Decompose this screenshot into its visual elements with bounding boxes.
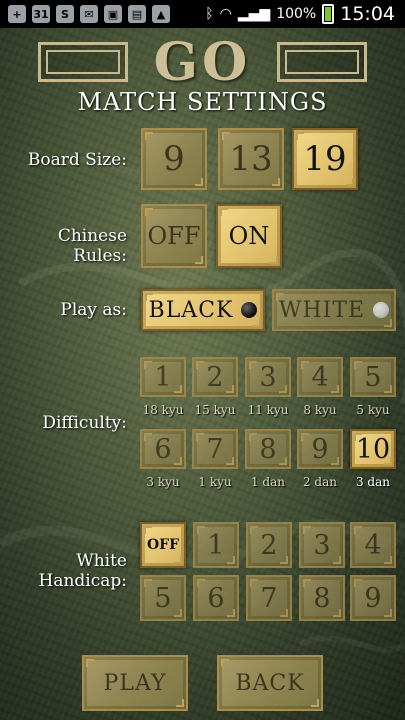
difficulty-rank-label: 3 dan bbox=[355, 475, 390, 489]
play-as-black-button[interactable]: BLACK bbox=[141, 289, 265, 331]
board-size-13-button[interactable]: 13 bbox=[218, 128, 284, 190]
difficulty-level-9-button[interactable]: 9 bbox=[297, 429, 343, 469]
handicap-7-button[interactable]: 7 bbox=[246, 575, 292, 621]
difficulty-rank-label: 1 kyu bbox=[198, 475, 232, 489]
difficulty-rank-label: 15 kyu bbox=[194, 403, 236, 417]
handicap-2-button[interactable]: 2 bbox=[246, 522, 292, 568]
notification-icons: + 31 S ✉ ▣ ▤ ▲ bbox=[0, 5, 170, 23]
news-icon: ▤ bbox=[128, 5, 146, 23]
skype-icon: S bbox=[56, 5, 74, 23]
difficulty-rank-label: 18 kyu bbox=[142, 403, 184, 417]
play-as-label: Play as: bbox=[60, 300, 127, 320]
difficulty-level-2-button[interactable]: 2 bbox=[192, 357, 238, 397]
handicap-off-button[interactable]: OFF bbox=[140, 522, 186, 568]
app-icon: ▣ bbox=[104, 5, 122, 23]
back-button[interactable]: BACK bbox=[217, 655, 323, 711]
handicap-4-button[interactable]: 4 bbox=[350, 522, 396, 568]
difficulty-rank-label: 3 kyu bbox=[146, 475, 180, 489]
difficulty-level-7-button[interactable]: 7 bbox=[192, 429, 238, 469]
chinese-rules-on-button[interactable]: ON bbox=[216, 204, 282, 268]
difficulty-level-1-button[interactable]: 1 bbox=[140, 357, 186, 397]
play-button[interactable]: PLAY bbox=[82, 655, 188, 711]
handicap-5-button[interactable]: 5 bbox=[140, 575, 186, 621]
mail-icon: ✉ bbox=[80, 5, 98, 23]
add-icon: + bbox=[8, 5, 26, 23]
difficulty-level-8-button[interactable]: 8 bbox=[245, 429, 291, 469]
difficulty-level-6-button[interactable]: 6 bbox=[140, 429, 186, 469]
difficulty-rank-label: 8 kyu bbox=[303, 403, 337, 417]
difficulty-level-10-button[interactable]: 10 bbox=[350, 429, 396, 469]
battery-percent: 100% bbox=[276, 6, 317, 22]
board-size-19-button[interactable]: 19 bbox=[292, 128, 358, 190]
play-as-white-button[interactable]: WHITE bbox=[272, 289, 396, 331]
difficulty-rank-label: 11 kyu bbox=[247, 403, 289, 417]
chinese-rules-off-button[interactable]: OFF bbox=[141, 204, 207, 268]
signal-icon: ▂▄▆ bbox=[237, 6, 271, 22]
black-stone-icon bbox=[241, 302, 258, 318]
difficulty-rank-label: 2 dan bbox=[302, 475, 337, 489]
difficulty-level-3-button[interactable]: 3 bbox=[245, 357, 291, 397]
handicap-label: White Handicap: bbox=[0, 551, 128, 591]
handicap-label-line2: Handicap: bbox=[38, 571, 128, 591]
image-icon: ▲ bbox=[152, 5, 170, 23]
chinese-rules-label: Chinese Rules: bbox=[57, 226, 127, 266]
handicap-9-button[interactable]: 9 bbox=[350, 575, 396, 621]
difficulty-level-4-button[interactable]: 4 bbox=[297, 357, 343, 397]
game-title: GO bbox=[153, 32, 252, 93]
handicap-label-line1: White bbox=[76, 551, 127, 571]
battery-icon bbox=[322, 4, 335, 24]
handicap-3-button[interactable]: 3 bbox=[299, 522, 345, 568]
difficulty-label: Difficulty: bbox=[42, 413, 127, 433]
handicap-1-button[interactable]: 1 bbox=[193, 522, 239, 568]
clock: 15:04 bbox=[340, 3, 395, 25]
board-size-9-button[interactable]: 9 bbox=[141, 128, 207, 190]
calendar-icon: 31 bbox=[32, 5, 50, 23]
page-title: MATCH SETTINGS bbox=[77, 88, 328, 116]
handicap-6-button[interactable]: 6 bbox=[193, 575, 239, 621]
difficulty-rank-label: 1 dan bbox=[250, 475, 285, 489]
status-bar: + 31 S ✉ ▣ ▤ ▲ ᛒ ◠ ▂▄▆ 100% 15:04 bbox=[0, 0, 405, 28]
handicap-8-button[interactable]: 8 bbox=[299, 575, 345, 621]
title-banner: GO bbox=[0, 32, 405, 93]
play-as-black-label: BLACK bbox=[148, 297, 234, 323]
wifi-icon: ◠ bbox=[219, 6, 232, 22]
bluetooth-icon: ᛒ bbox=[205, 6, 214, 22]
difficulty-rank-label: 5 kyu bbox=[356, 403, 390, 417]
white-stone-icon bbox=[373, 302, 390, 318]
play-as-white-label: WHITE bbox=[278, 297, 366, 323]
board-size-label: Board Size: bbox=[27, 150, 127, 170]
difficulty-level-5-button[interactable]: 5 bbox=[350, 357, 396, 397]
